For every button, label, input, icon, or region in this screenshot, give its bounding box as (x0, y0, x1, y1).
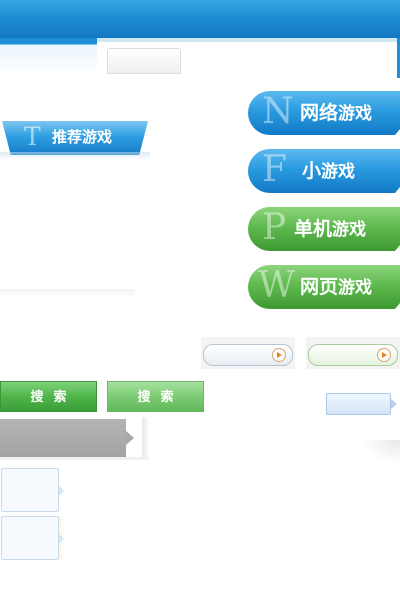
category-letter: W (258, 265, 296, 306)
category-label-wrap: 小游戏 (302, 149, 355, 193)
category-label: 小 (302, 160, 322, 182)
tooltip-card (1, 468, 59, 512)
arrow-right-icon (126, 431, 134, 445)
section-divider (0, 289, 135, 298)
category-letter: P (262, 207, 287, 248)
category-label-wrap: 网络游戏 (300, 91, 372, 135)
header-underline (97, 38, 400, 42)
category-label-wrap: 网页游戏 (300, 265, 372, 309)
recommend-label: 推荐游戏 (52, 128, 113, 146)
category-letter: N (262, 91, 294, 132)
play-arrow-icon (377, 348, 391, 362)
category-label: 单机 (294, 218, 333, 240)
tooltip-card (1, 516, 59, 560)
recommend-letter: T (24, 122, 41, 151)
corner-shadow (362, 440, 400, 464)
category-corner (395, 129, 400, 135)
search-button-primary[interactable]: 搜索 (0, 381, 97, 412)
play-arrow-icon (272, 348, 286, 362)
gray-arrow-box[interactable] (0, 419, 126, 457)
arrow-tab-blue[interactable] (326, 393, 391, 415)
ribbon-shadow (0, 152, 150, 160)
inactive-header-tab[interactable] (107, 48, 181, 74)
category-letter: F (262, 149, 287, 190)
top-header-bar (0, 0, 400, 38)
gray-box-shade (142, 417, 149, 459)
arrow-right-icon (59, 534, 64, 544)
category-button-online[interactable]: N 网络游戏 (248, 91, 400, 135)
pill-button-green[interactable] (308, 344, 398, 366)
category-label: 网页 (300, 276, 339, 298)
pill-button-gray[interactable] (203, 344, 293, 366)
category-button-mini[interactable]: F 小游戏 (248, 149, 400, 193)
search-button-hover[interactable]: 搜索 (107, 381, 204, 412)
category-suffix: 游戏 (332, 220, 367, 240)
active-header-tab[interactable] (0, 38, 97, 76)
pill-slot-gray (201, 337, 295, 369)
pill-slot-green (306, 337, 400, 369)
gray-box-baseline (0, 457, 149, 460)
category-corner (395, 245, 400, 251)
category-corner (395, 187, 400, 193)
category-suffix: 游戏 (338, 104, 373, 124)
category-label: 网络 (300, 102, 339, 124)
category-suffix: 游戏 (338, 278, 373, 298)
category-button-web[interactable]: W 网页游戏 (248, 265, 400, 309)
arrow-right-icon (59, 486, 64, 496)
category-label-wrap: 单机游戏 (294, 207, 366, 251)
category-corner (395, 303, 400, 309)
category-suffix: 游戏 (321, 162, 356, 182)
category-button-single[interactable]: P 单机游戏 (248, 207, 400, 251)
arrow-right-icon (391, 399, 397, 409)
